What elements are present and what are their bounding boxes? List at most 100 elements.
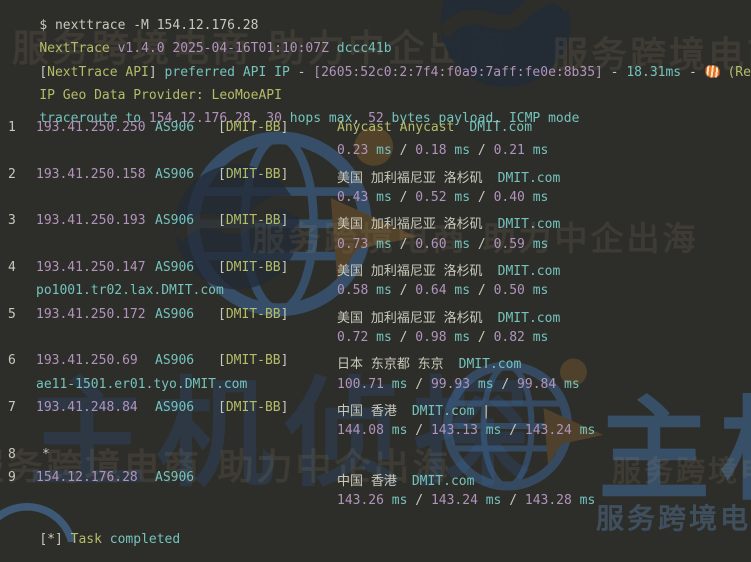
hop-geo: 美国 加利福尼亚 洛杉矶 DMIT.com	[337, 260, 560, 279]
hop-owner: DMIT.com	[497, 310, 561, 326]
traceroute-header-line: traceroute to 154.12.176.28, 30 hops max…	[8, 96, 751, 126]
latency-value: 0.72	[337, 329, 369, 345]
latency-unit: ms	[477, 423, 502, 439]
latency-unit: ms	[571, 493, 596, 509]
latency-unit: ms	[368, 329, 392, 345]
latency-unit: ms	[524, 143, 549, 159]
hop-asn: AS906	[155, 259, 195, 275]
hop-geo-text: 日本 东京都 东京	[337, 357, 444, 373]
hop-detail-9: 143.26 ms / 143.24 ms / 143.28 ms	[8, 493, 751, 513]
hop-geo: 中国 香港 DMIT.com |	[337, 400, 490, 419]
bracket-star: [*]	[39, 532, 71, 547]
hop-number: 1	[8, 119, 16, 135]
hop-number: 3	[8, 213, 16, 229]
hop-number: 6	[8, 353, 16, 369]
hop-detail-5: 0.72 ms / 0.98 ms / 0.82 ms	[8, 330, 751, 350]
latency-value: 0.73	[337, 236, 369, 252]
latency-value: 143.24	[430, 493, 478, 509]
hop-geo: 美国 加利福尼亚 洛杉矶 DMIT.com	[337, 167, 560, 186]
hop-geo-text: 美国 加利福尼亚 洛杉矶	[337, 217, 483, 233]
hop-geo: 中国 香港 DMIT.com	[337, 470, 474, 489]
hop-geo-text: 中国 香港	[337, 404, 397, 419]
hop-geo-text: 美国 加利福尼亚 洛杉矶	[337, 170, 483, 186]
hop-latency: 143.26 ms / 143.24 ms / 143.28 ms	[337, 493, 595, 508]
hop-tag: [DMIT-BB]	[218, 259, 289, 275]
latency-value: 0.52	[415, 189, 447, 205]
api-line: [NextTrace API] preferred API IP - [2605…	[8, 50, 751, 80]
latency-unit: ms	[368, 283, 392, 299]
latency-unit: ms	[477, 493, 502, 509]
hop-tag: [DMIT-BB]	[218, 119, 289, 135]
hop-number: 8	[8, 446, 16, 462]
geo-provider-line: IP Geo Data Provider: LeoMoeAPI	[8, 73, 751, 103]
latency-separator: /	[407, 493, 431, 509]
latency-separator: /	[407, 376, 431, 392]
hop-row-3: 3 193.41.250.193 AS906 [DMIT-BB] 美国 加利福尼亚 洛杉…	[8, 213, 751, 233]
latency-value: 100.71	[337, 376, 384, 392]
hop-tag: [DMIT-BB]	[218, 306, 289, 322]
hop-timeout-star: *	[42, 446, 50, 462]
hop-latency: 144.08 ms / 143.13 ms / 143.24 ms	[337, 423, 595, 438]
terminal-screen: $ nexttrace -M 154.12.176.28 NextTrace v…	[0, 0, 751, 547]
latency-unit: ms	[446, 189, 471, 205]
hop-number: 7	[8, 400, 16, 415]
latency-value: 0.58	[337, 283, 369, 299]
hop-latency: 0.73 ms / 0.60 ms / 0.59 ms	[337, 237, 548, 252]
latency-value: 143.13	[430, 423, 478, 439]
latency-value: 143.26	[337, 493, 384, 509]
hop-latency: 0.58 ms / 0.64 ms / 0.50 ms	[337, 283, 548, 298]
latency-value: 144.08	[337, 423, 384, 439]
latency-value: 0.50	[493, 283, 525, 299]
latency-value: 0.23	[337, 143, 369, 159]
latency-separator: /	[391, 143, 416, 159]
latency-separator: /	[407, 423, 431, 439]
latency-value: 143.28	[524, 493, 572, 509]
prompt-line: $ nexttrace -M 154.12.176.28	[8, 3, 751, 33]
hop-row-1: 1 193.41.250.250 AS906 [DMIT-BB] Anycast Any…	[8, 120, 751, 140]
latency-value: 99.93	[430, 376, 471, 392]
hop-detail-1: 0.23 ms / 0.18 ms / 0.21 ms	[8, 143, 751, 163]
latency-unit: ms	[524, 283, 549, 299]
hop-detail-4: po1001.tr02.lax.DMIT.com 0.58 ms / 0.64 m…	[8, 283, 751, 303]
hop-tag: [DMIT-BB]	[218, 213, 289, 229]
hop-asn: AS906	[155, 166, 195, 182]
hop-detail-7: 144.08 ms / 143.13 ms / 143.24 ms	[8, 423, 751, 443]
latency-value: 0.59	[493, 236, 525, 252]
latency-value: 0.40	[493, 189, 525, 205]
latency-value: 143.24	[524, 423, 572, 439]
hop-ip: 193.41.250.250	[36, 119, 146, 135]
hop-row-6: 6 193.41.250.69 AS906 [DMIT-BB] 日本 东京都 东京 DMI…	[8, 353, 751, 373]
latency-value: 0.82	[493, 329, 525, 345]
hop-ip: 193.41.250.69	[36, 353, 138, 369]
latency-unit: ms	[383, 423, 408, 439]
latency-unit: ms	[383, 493, 408, 509]
hop-ip: 154.12.176.28	[36, 470, 138, 485]
hop-ip: 193.41.250.158	[36, 166, 146, 182]
hop-owner: DMIT.com	[497, 217, 561, 233]
latency-separator: /	[470, 236, 494, 252]
latency-value: 0.64	[415, 283, 447, 299]
hop-tag: [DMIT-BB]	[218, 166, 289, 182]
latency-separator: /	[501, 493, 525, 509]
hop-row-7: 7 193.41.248.84 AS906 [DMIT-BB] 中国 香港 DMIT.co…	[8, 400, 751, 420]
hop-row-2: 2 193.41.250.158 AS906 [DMIT-BB] 美国 加利福尼亚 洛杉…	[8, 167, 751, 187]
latency-separator: /	[470, 329, 494, 345]
hop-ip: 193.41.250.172	[36, 306, 146, 322]
latency-unit: ms	[524, 236, 549, 252]
hop-hostname: po1001.tr02.lax.DMIT.com	[36, 283, 224, 299]
task-completed-line: [*] Task completed	[8, 517, 751, 547]
latency-unit: ms	[524, 189, 549, 205]
hop-owner: DMIT.com	[411, 474, 475, 489]
hop-tag: [DMIT-BB]	[218, 353, 289, 369]
latency-separator: /	[391, 189, 416, 205]
hop-owner: DMIT.com	[497, 170, 561, 186]
hop-row-5: 5 193.41.250.172 AS906 [DMIT-BB] 美国 加利福尼亚 洛杉…	[8, 307, 751, 327]
latency-value: 99.84	[517, 376, 557, 392]
latency-unit: ms	[446, 283, 471, 299]
latency-separator: /	[391, 329, 416, 345]
task-label: Task	[70, 532, 110, 547]
task-status: completed	[109, 532, 181, 547]
latency-unit: ms	[368, 143, 392, 159]
latency-unit: ms	[571, 423, 596, 439]
hop-geo-text: 美国 加利福尼亚 洛杉矶	[337, 310, 483, 326]
